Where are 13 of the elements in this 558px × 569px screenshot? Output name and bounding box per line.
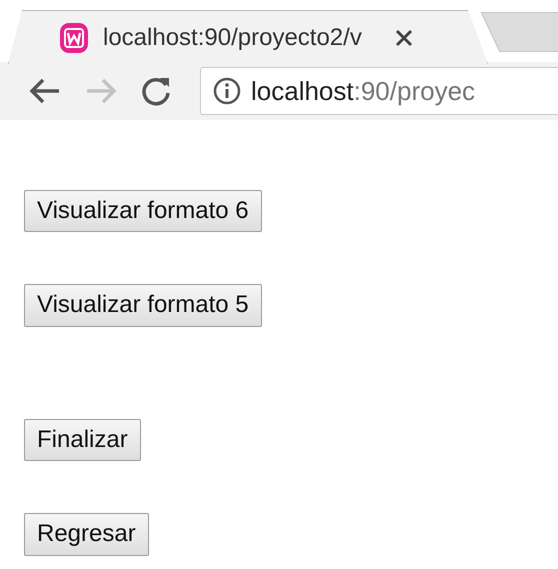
address-bar[interactable]: localhost:90/proyec	[200, 67, 558, 115]
info-icon	[213, 77, 241, 105]
url-text: localhost:90/proyec	[251, 74, 476, 108]
page-button[interactable]: Finalizar	[24, 418, 141, 462]
browser-tab[interactable]: localhost:90/proyecto2/v	[8, 10, 488, 64]
reload-icon[interactable]	[140, 75, 172, 107]
page-button[interactable]: Visualizar formato 5	[24, 284, 262, 327]
page-button[interactable]: Visualizar formato 6	[24, 190, 262, 232]
site-icon	[59, 20, 89, 54]
back-icon[interactable]	[28, 76, 62, 106]
tab-title: localhost:90/proyecto2/v	[103, 22, 362, 52]
page-button[interactable]: Regresar	[24, 513, 149, 556]
close-icon[interactable]	[394, 28, 414, 48]
